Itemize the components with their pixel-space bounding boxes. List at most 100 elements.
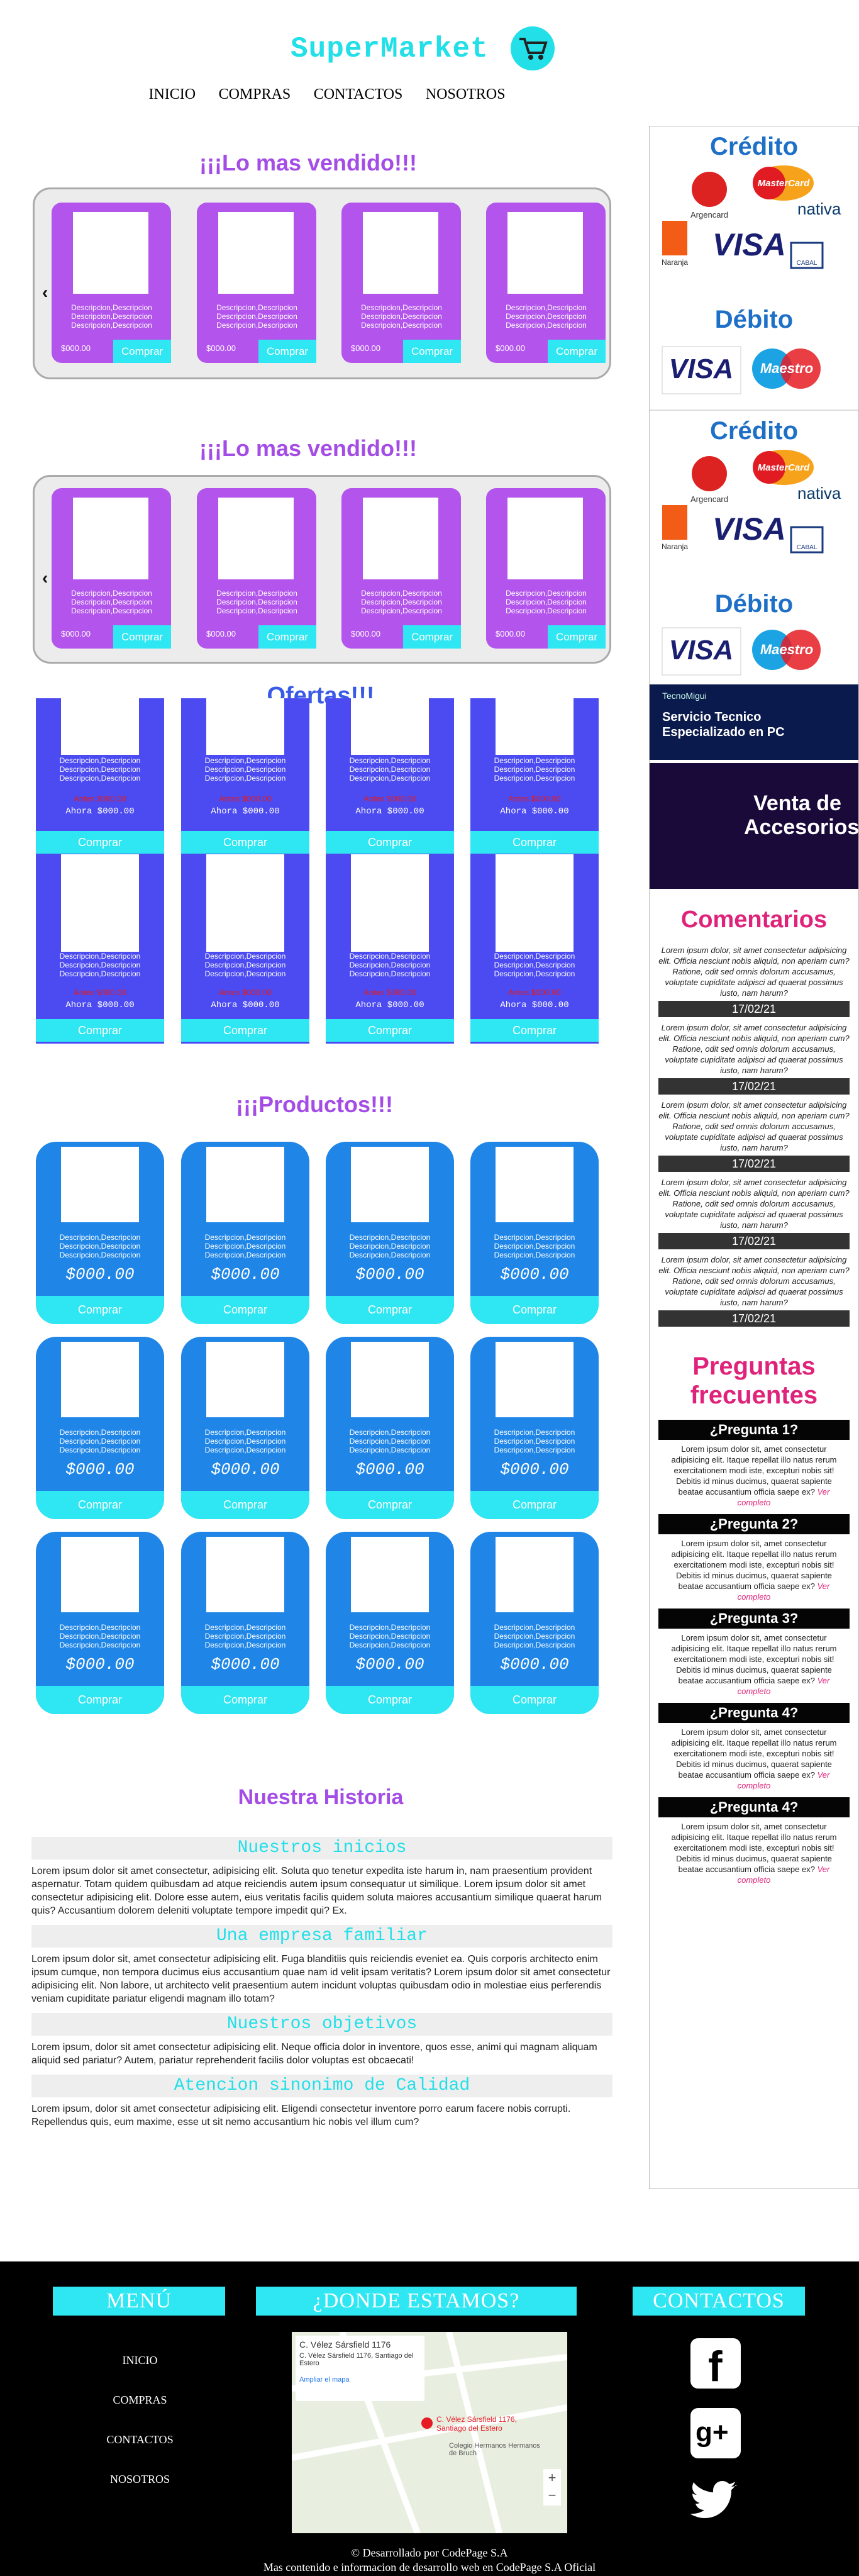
buy-button[interactable]: Comprar xyxy=(470,1019,599,1042)
product-card: Descripcion,Descripcion Descripcion,Desc… xyxy=(486,488,606,649)
footer-link-contactos[interactable]: CONTACTOS xyxy=(101,2433,179,2446)
banner-accessories[interactable]: Venta de Accesorios xyxy=(650,763,859,889)
product-image[interactable] xyxy=(363,212,438,294)
best-title-1: ¡¡¡Lo mas vendido!!! xyxy=(199,150,417,176)
map-zoom[interactable]: + − xyxy=(543,2469,561,2506)
offer-image[interactable] xyxy=(496,698,574,755)
banner-service[interactable]: TecnoMigui Servicio Tecnico Especializad… xyxy=(650,684,858,760)
buy-button[interactable]: Comprar xyxy=(113,625,171,649)
buy-button[interactable]: Comprar xyxy=(181,1019,309,1042)
product-desc: Descripcion,Descripcion Descripcion,Desc… xyxy=(59,1623,141,1649)
buy-button[interactable]: Comprar xyxy=(326,831,454,854)
offer-old-price: Antes $000.00 xyxy=(363,794,416,803)
faq-question[interactable]: ¿Pregunta 4? xyxy=(658,1797,850,1817)
buy-button[interactable]: Comprar xyxy=(403,340,461,363)
buy-button[interactable]: Comprar xyxy=(36,1686,164,1714)
buy-button[interactable]: Comprar xyxy=(548,340,606,363)
product-image[interactable] xyxy=(507,498,583,579)
product-image[interactable] xyxy=(363,498,438,579)
offer-old-price: Antes $000.00 xyxy=(363,988,416,997)
faq-question[interactable]: ¿Pregunta 1? xyxy=(658,1420,850,1440)
offer-image[interactable] xyxy=(496,854,574,952)
facebook-icon[interactable]: f xyxy=(690,2338,741,2390)
history-text: Lorem ipsum dolor sit amet consectetur, … xyxy=(31,1866,602,1916)
buy-button[interactable]: Comprar xyxy=(181,831,309,854)
offer-image[interactable] xyxy=(61,698,139,755)
comment-text: Lorem ipsum dolor, sit amet consectetur … xyxy=(658,1100,850,1152)
buy-button[interactable]: Comprar xyxy=(258,340,316,363)
nav-compras[interactable]: COMPRAS xyxy=(219,86,291,103)
footer-link-nosotros[interactable]: NOSOTROS xyxy=(101,2473,179,2486)
product-image[interactable] xyxy=(351,1342,429,1417)
carousel-prev[interactable]: ‹ xyxy=(42,282,48,303)
svg-text:VISA: VISA xyxy=(669,354,734,384)
buy-button[interactable]: Comprar xyxy=(181,1686,309,1714)
buy-button[interactable]: Comprar xyxy=(470,1491,599,1519)
product-image[interactable] xyxy=(496,1537,574,1612)
map-link[interactable]: Ampliar el mapa xyxy=(299,2376,421,2384)
footer-more[interactable]: Mas contenido e informacion de desarroll… xyxy=(0,2561,859,2574)
buy-button[interactable]: Comprar xyxy=(326,1491,454,1519)
buy-button[interactable]: Comprar xyxy=(548,625,606,649)
buy-button[interactable]: Comprar xyxy=(470,1686,599,1714)
offer-image[interactable] xyxy=(206,698,284,755)
buy-button[interactable]: Comprar xyxy=(36,1491,164,1519)
product-image[interactable] xyxy=(496,1147,574,1222)
buy-button[interactable]: Comprar xyxy=(113,340,171,363)
offer-desc: Descripcion,Descripcion Descripcion,Desc… xyxy=(349,756,431,783)
twitter-icon[interactable] xyxy=(690,2474,742,2524)
product-image[interactable] xyxy=(218,498,294,579)
buy-button[interactable]: Comprar xyxy=(470,831,599,854)
comments-title: Comentarios xyxy=(680,906,828,933)
product-price: $000.00 xyxy=(211,1460,280,1479)
location-map[interactable]: C. Vélez Sársfield 1176 C. Vélez Sársfie… xyxy=(291,2331,568,2534)
product-card: Descripcion,Descripcion Descripcion,Desc… xyxy=(36,1532,164,1714)
product-card: Descripcion,Descripcion Descripcion,Desc… xyxy=(36,1142,164,1324)
faq-question[interactable]: ¿Pregunta 2? xyxy=(658,1514,850,1534)
offer-card: Descripcion,Descripcion Descripcion,Desc… xyxy=(326,854,454,1044)
offer-image[interactable] xyxy=(61,854,139,952)
product-image[interactable] xyxy=(206,1537,284,1612)
footer-link-inicio[interactable]: INICIO xyxy=(101,2354,179,2367)
faq-list: ¿Pregunta 1? Lorem ipsum dolor sit, amet … xyxy=(650,1420,858,1885)
buy-button[interactable]: Comprar xyxy=(36,831,164,854)
product-image[interactable] xyxy=(61,1147,139,1222)
buy-button[interactable]: Comprar xyxy=(181,1491,309,1519)
buy-button[interactable]: Comprar xyxy=(36,1296,164,1324)
product-image[interactable] xyxy=(351,1147,429,1222)
site-logo[interactable]: SuperMarket xyxy=(291,33,489,65)
faq-answer-text: Lorem ipsum dolor sit, amet consectetur … xyxy=(671,1822,837,1874)
nav-inicio[interactable]: INICIO xyxy=(148,86,196,103)
product-image[interactable] xyxy=(206,1342,284,1417)
buy-button[interactable]: Comprar xyxy=(403,625,461,649)
carousel-prev[interactable]: ‹ xyxy=(42,568,48,588)
footer-link-compras[interactable]: COMPRAS xyxy=(101,2394,179,2407)
product-image[interactable] xyxy=(351,1537,429,1612)
faq-question[interactable]: ¿Pregunta 4? xyxy=(658,1703,850,1723)
product-image[interactable] xyxy=(73,212,148,294)
buy-button[interactable]: Comprar xyxy=(36,1019,164,1042)
buy-button[interactable]: Comprar xyxy=(326,1296,454,1324)
product-image[interactable] xyxy=(206,1147,284,1222)
offer-image[interactable] xyxy=(351,698,429,755)
nav-contactos[interactable]: CONTACTOS xyxy=(314,86,403,103)
nav-nosotros[interactable]: NOSOTROS xyxy=(426,86,506,103)
product-card: Descripcion,Descripcion Descripcion,Desc… xyxy=(52,203,171,363)
buy-button[interactable]: Comprar xyxy=(326,1686,454,1714)
buy-button[interactable]: Comprar xyxy=(258,625,316,649)
product-image[interactable] xyxy=(496,1342,574,1417)
faq-question[interactable]: ¿Pregunta 3? xyxy=(658,1609,850,1629)
product-image[interactable] xyxy=(61,1342,139,1417)
google-plus-icon[interactable]: g+ xyxy=(690,2408,741,2458)
product-image[interactable] xyxy=(507,212,583,294)
product-image[interactable] xyxy=(218,212,294,294)
cart-icon[interactable] xyxy=(511,26,555,70)
offer-image[interactable] xyxy=(351,854,429,952)
buy-button[interactable]: Comprar xyxy=(181,1296,309,1324)
buy-button[interactable]: Comprar xyxy=(470,1296,599,1324)
product-price: $000.00 xyxy=(355,1655,424,1674)
product-image[interactable] xyxy=(73,498,148,579)
offer-image[interactable] xyxy=(206,854,284,952)
product-image[interactable] xyxy=(61,1537,139,1612)
buy-button[interactable]: Comprar xyxy=(326,1019,454,1042)
